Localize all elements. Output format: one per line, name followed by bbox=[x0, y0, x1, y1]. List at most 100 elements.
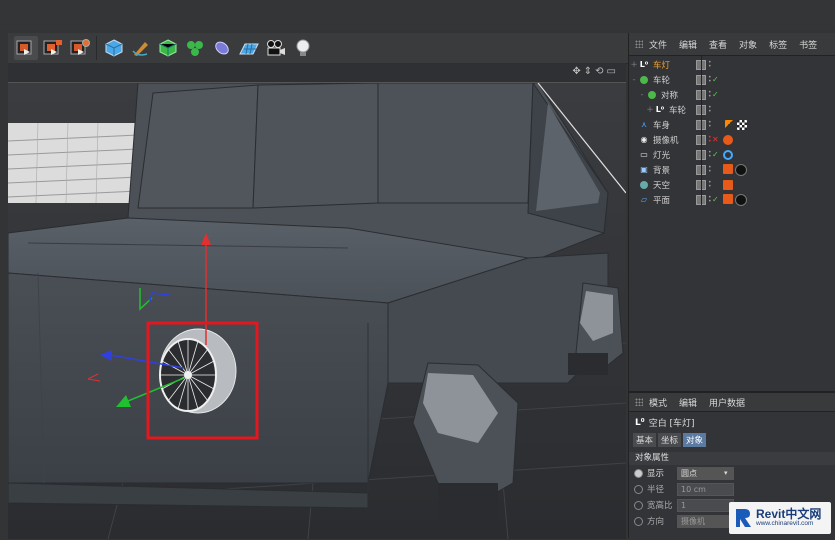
cloner-button[interactable] bbox=[183, 36, 207, 60]
object-row[interactable]: ◉ 摄像机 • • ✕ bbox=[629, 132, 835, 147]
object-row[interactable]: ▭ 灯光 • • ✓ bbox=[629, 147, 835, 162]
camera-button[interactable] bbox=[264, 36, 288, 60]
phong-tag-icon[interactable] bbox=[725, 119, 735, 130]
menu-bookmarks[interactable]: 书签 bbox=[799, 38, 817, 51]
cube-icon bbox=[105, 39, 123, 57]
object-row[interactable]: + L⁰ 车灯 • • bbox=[629, 57, 835, 72]
animate-radio[interactable] bbox=[634, 500, 643, 510]
prop-label: 显示 bbox=[647, 469, 665, 479]
pen-spline-icon bbox=[132, 42, 148, 56]
chevron-down-icon: ▾ bbox=[724, 469, 728, 477]
cloner-icon bbox=[187, 41, 203, 56]
enabled-check-icon[interactable]: ✓ bbox=[712, 75, 719, 84]
tree-collapse-icon[interactable]: - bbox=[637, 90, 647, 100]
compositing-tag-icon[interactable] bbox=[723, 163, 733, 174]
material-tag-icon[interactable] bbox=[735, 163, 747, 176]
panel-grip[interactable] bbox=[635, 40, 643, 48]
render-picture-icon bbox=[43, 40, 62, 55]
subdivision-icon bbox=[159, 39, 177, 57]
prop-label: 宽高比 bbox=[647, 501, 673, 511]
panel-grip[interactable] bbox=[635, 398, 643, 406]
camera-icon: ◉ bbox=[640, 135, 648, 144]
menu-mode[interactable]: 模式 bbox=[649, 396, 667, 409]
animate-radio[interactable] bbox=[634, 468, 643, 478]
material-tag-icon[interactable] bbox=[735, 193, 747, 206]
render-toolbar-group bbox=[14, 36, 92, 62]
main-toolbar bbox=[8, 33, 628, 64]
visibility-dots[interactable]: • • bbox=[708, 104, 712, 114]
radius-field[interactable]: 10 cm bbox=[677, 482, 734, 496]
tag-list bbox=[723, 149, 733, 160]
polygon-icon: ⋏ bbox=[641, 120, 647, 129]
3d-viewport[interactable] bbox=[8, 82, 626, 539]
visibility-dots[interactable]: • • bbox=[708, 179, 712, 189]
headlight-object[interactable] bbox=[159, 328, 237, 414]
tab-object[interactable]: 对象 bbox=[683, 433, 707, 447]
menu-file[interactable]: 文件 bbox=[649, 38, 667, 51]
protection-tag-icon[interactable] bbox=[723, 134, 733, 145]
tab-coordinates[interactable]: 坐标 bbox=[658, 433, 682, 447]
prop-label: 方向 bbox=[647, 517, 665, 527]
visibility-dots[interactable]: • • bbox=[708, 119, 712, 129]
tab-basic[interactable]: 基本 bbox=[633, 433, 657, 447]
floor-icon bbox=[239, 43, 259, 55]
tree-expand-icon[interactable]: + bbox=[629, 60, 639, 70]
tag-list bbox=[725, 119, 747, 130]
tree-collapse-icon[interactable]: - bbox=[629, 75, 639, 85]
visibility-dots[interactable]: • • bbox=[708, 59, 712, 69]
objects-toolbar-group bbox=[102, 36, 315, 62]
object-row[interactable]: - 对称 • • ✓ bbox=[629, 87, 835, 102]
attribute-tabs: 基本 坐标 对象 bbox=[629, 433, 835, 447]
enabled-check-icon[interactable]: ✓ bbox=[712, 90, 719, 99]
subdivision-button[interactable] bbox=[156, 36, 180, 60]
object-row[interactable]: ▱ 平面 • • ✓ bbox=[629, 192, 835, 207]
render-settings-icon bbox=[70, 39, 90, 55]
deformer-button[interactable] bbox=[210, 36, 234, 60]
pen-spline-button[interactable] bbox=[129, 36, 153, 60]
floor-button[interactable] bbox=[237, 36, 261, 60]
orientation-dropdown[interactable]: 摄像机 bbox=[677, 514, 734, 528]
menu-user-data[interactable]: 用户数据 bbox=[709, 396, 745, 409]
move-view-icon[interactable]: ✥ bbox=[572, 66, 580, 77]
object-row[interactable]: 天空 • • bbox=[629, 177, 835, 192]
prop-display: 显示 圆点 ▾ bbox=[629, 465, 835, 481]
prop-radius: 半径 10 cm bbox=[629, 481, 835, 497]
tree-expand-icon[interactable]: + bbox=[645, 105, 655, 115]
disabled-x-icon[interactable]: ✕ bbox=[712, 135, 719, 144]
top-gap bbox=[0, 0, 835, 30]
maximize-view-icon[interactable]: ▭ bbox=[607, 66, 616, 77]
camera-icon bbox=[267, 40, 285, 56]
deformer-icon bbox=[215, 41, 229, 55]
visibility-dots[interactable]: • • bbox=[708, 164, 712, 174]
compositing-tag-icon[interactable] bbox=[723, 179, 733, 190]
render-settings-button[interactable] bbox=[68, 36, 92, 60]
target-tag-icon[interactable] bbox=[723, 149, 733, 160]
enabled-check-icon[interactable]: ✓ bbox=[712, 150, 719, 159]
rotate-view-icon[interactable]: ⟲ bbox=[595, 66, 603, 77]
object-row[interactable]: + L⁰ 车轮 • • bbox=[629, 102, 835, 117]
watermark-url: www.chinarevit.com bbox=[756, 520, 814, 527]
aspect-field[interactable]: 1 bbox=[677, 498, 734, 512]
animate-radio[interactable] bbox=[634, 484, 643, 494]
object-row[interactable]: - 车轮 • • ✓ bbox=[629, 72, 835, 87]
menu-edit[interactable]: 编辑 bbox=[679, 38, 697, 51]
zoom-view-icon[interactable]: ⇕ bbox=[584, 66, 592, 77]
menu-edit[interactable]: 编辑 bbox=[679, 396, 697, 409]
material-tag-icon[interactable] bbox=[737, 119, 747, 130]
object-row[interactable]: ▣ 背景 • • bbox=[629, 162, 835, 177]
menu-tags[interactable]: 标签 bbox=[769, 38, 787, 51]
render-picture-button[interactable] bbox=[41, 36, 65, 60]
menu-objects[interactable]: 对象 bbox=[739, 38, 757, 51]
tag-list bbox=[723, 163, 747, 176]
light-button[interactable] bbox=[291, 36, 315, 60]
object-row[interactable]: ⋏ 车身 • • bbox=[629, 117, 835, 132]
animate-radio[interactable] bbox=[634, 516, 643, 526]
menu-view[interactable]: 查看 bbox=[709, 38, 727, 51]
null-icon: L⁰ bbox=[635, 417, 645, 428]
render-view-button[interactable] bbox=[14, 36, 38, 60]
enabled-check-icon[interactable]: ✓ bbox=[712, 195, 719, 204]
compositing-tag-icon[interactable] bbox=[723, 193, 733, 204]
right-panel: 文件 编辑 查看 对象 标签 书签 + L⁰ 车灯 • • - 车轮 • • ✓ -… bbox=[628, 33, 835, 540]
cube-button[interactable] bbox=[102, 36, 126, 60]
viewport-scene bbox=[8, 83, 626, 539]
